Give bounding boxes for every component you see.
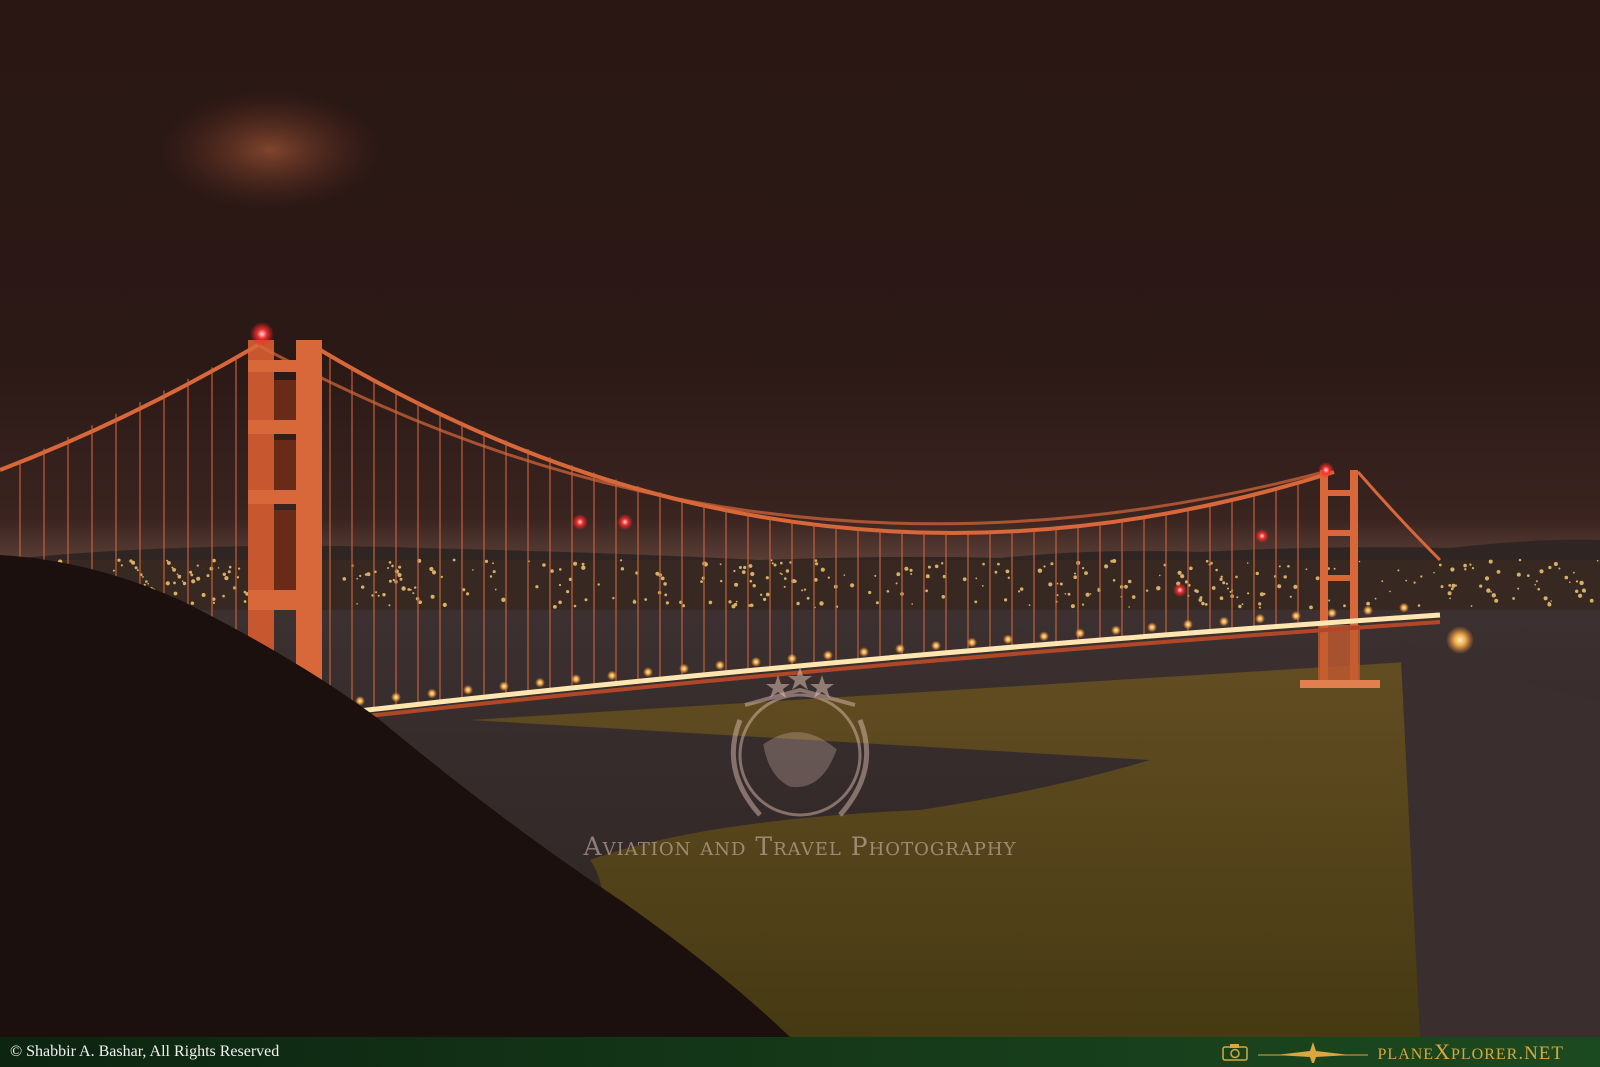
brand-name: planeXplorer.NET: [1377, 1039, 1564, 1064]
brand-logo[interactable]: planeXplorer.NET: [1221, 1039, 1600, 1065]
watermark-tagline: Aviation and Travel Photography: [583, 832, 1017, 861]
camera-icon: [1221, 1044, 1248, 1061]
airplane-icon: [1257, 1042, 1368, 1063]
copyright-credit: © Shabbir A. Bashar, All Rights Reserved: [10, 1043, 280, 1060]
footer-bar: © Shabbir A. Bashar, All Rights Reserved…: [0, 1037, 1600, 1067]
golden-gate-night-photo: [0, 0, 1600, 1037]
photo-viewer: Aviation and Travel Photography © Shabbi…: [0, 0, 1600, 1067]
